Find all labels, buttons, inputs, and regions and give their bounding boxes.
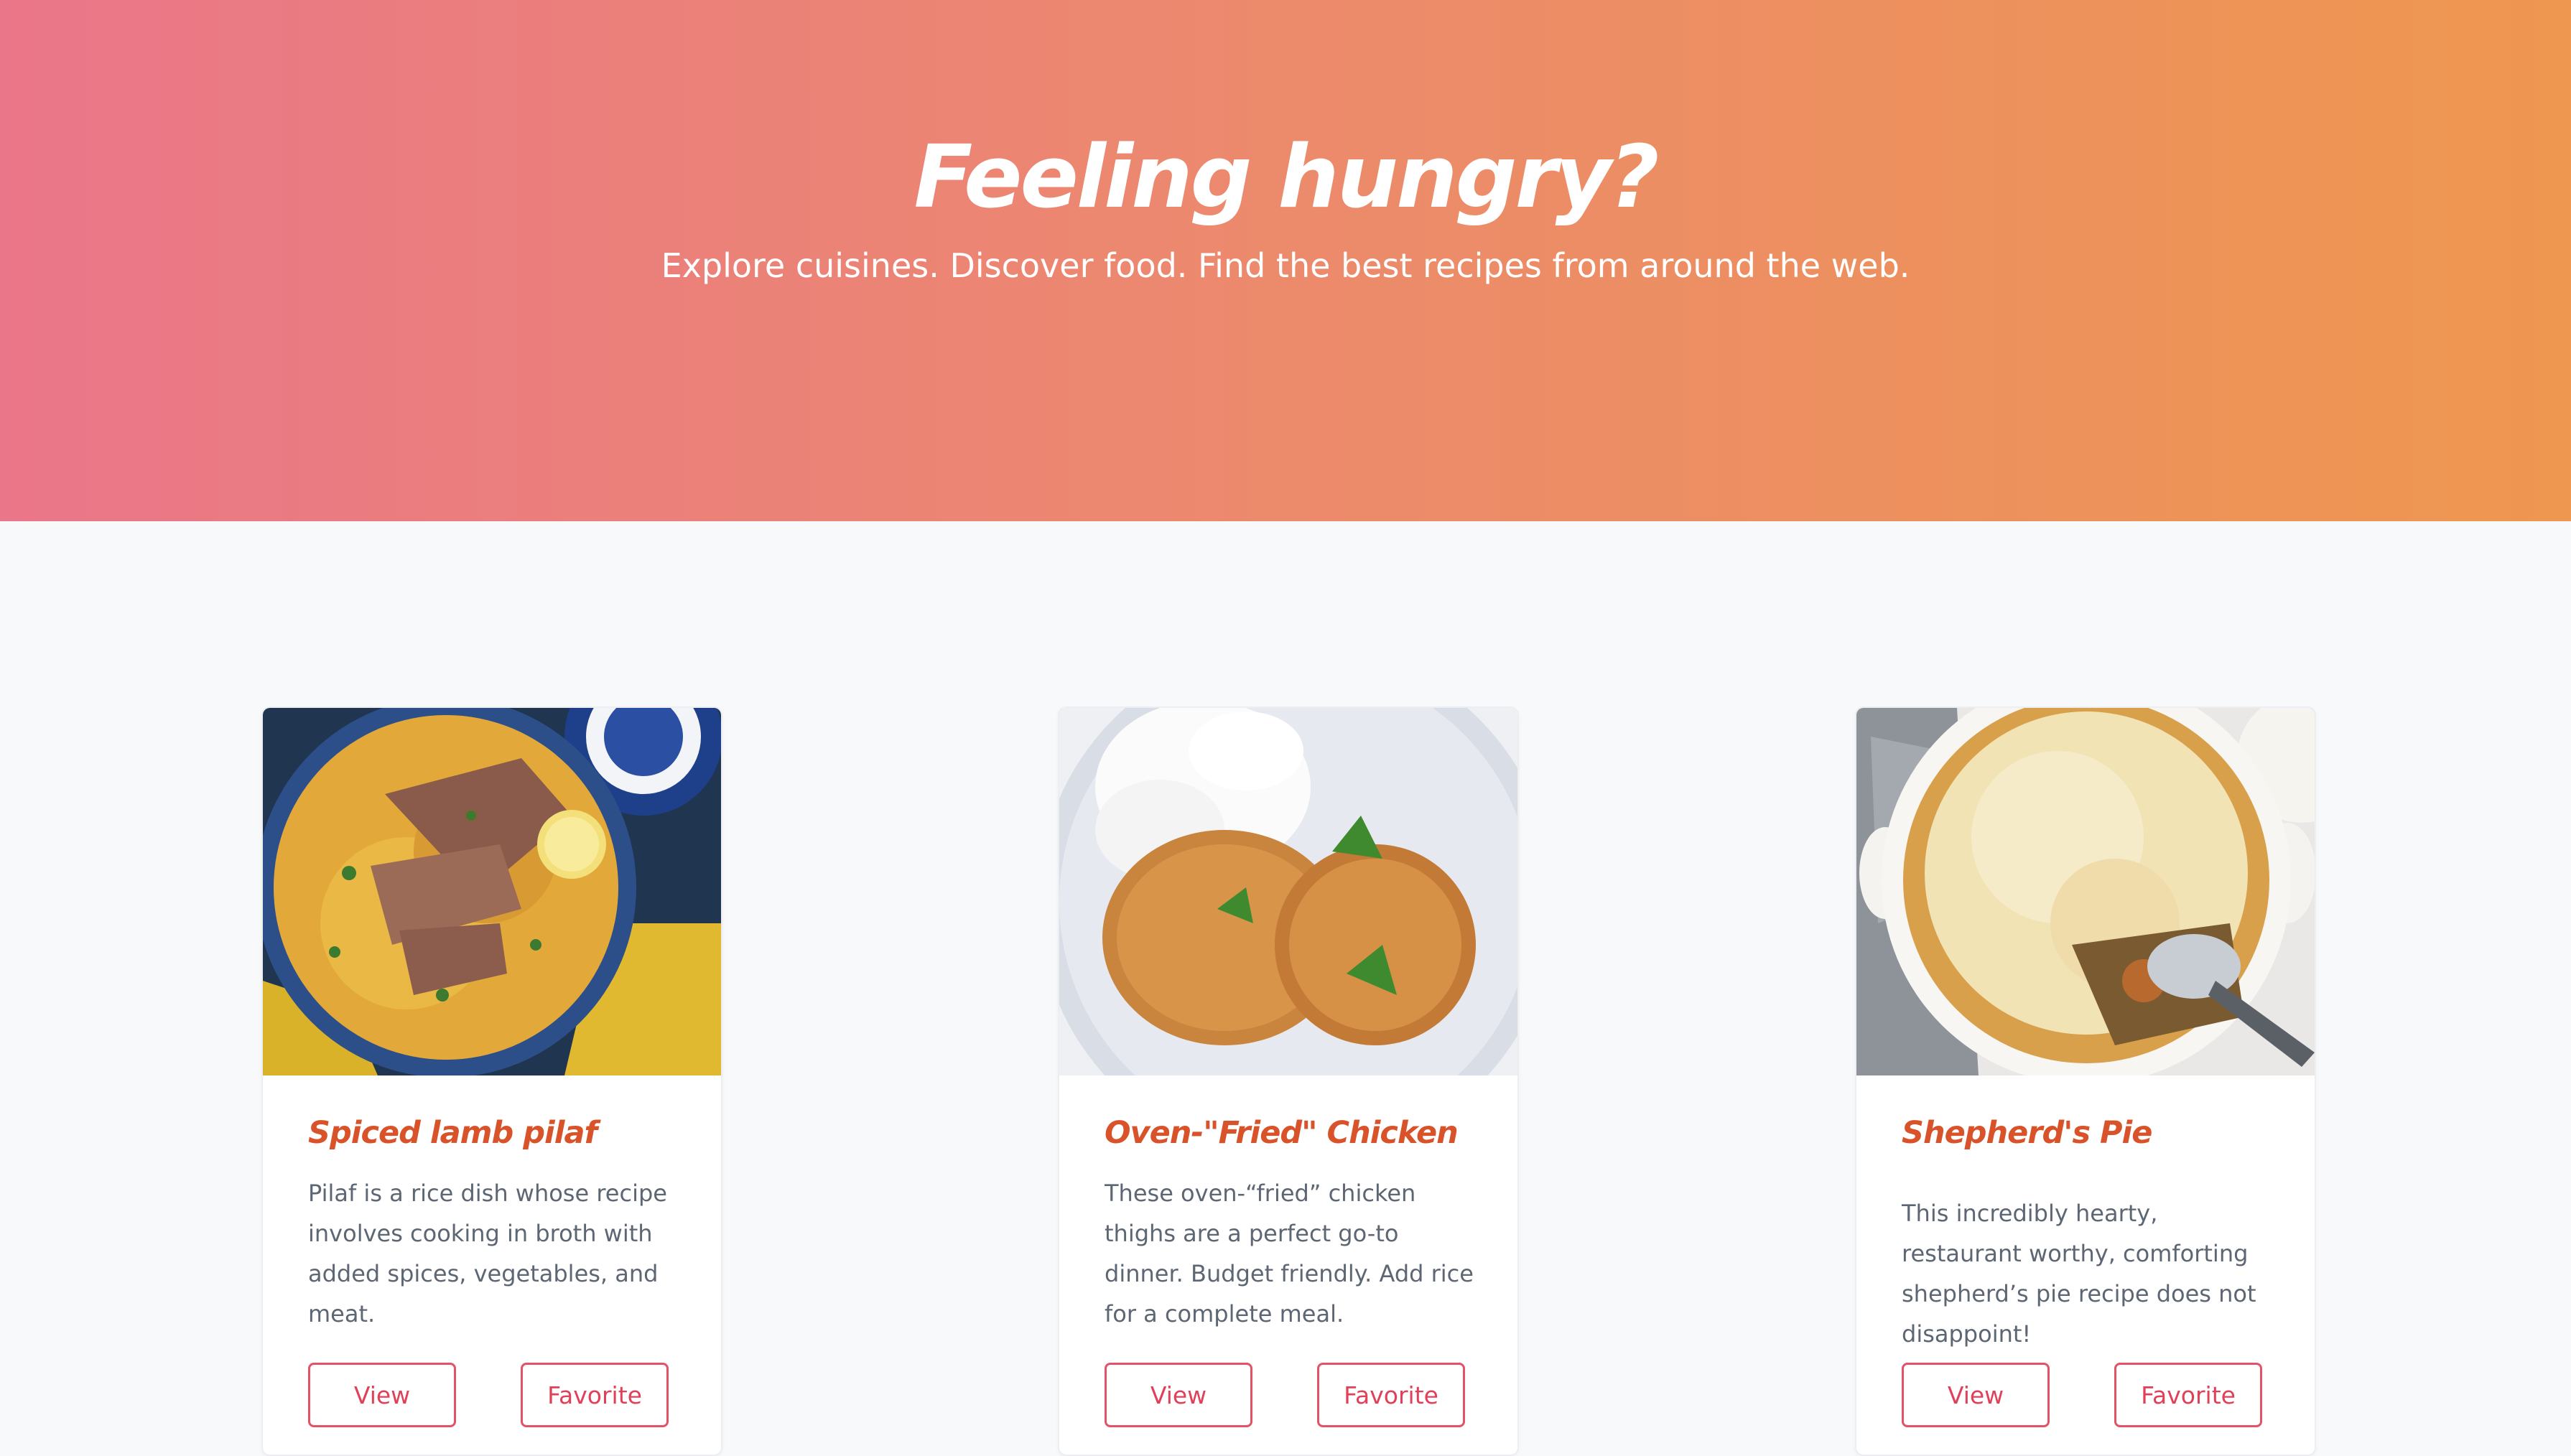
- recipe-card: Spiced lamb pilaf Pilaf is a rice dish w…: [261, 706, 722, 1456]
- recipe-description: This incredibly hearty, restaurant worth…: [1902, 1200, 2256, 1348]
- recipe-card: Oven-"Fried" Chicken These oven-“fried” …: [1058, 706, 1519, 1456]
- shepherds-pie-photo[interactable]: [1856, 708, 2315, 1075]
- view-button[interactable]: View: [1105, 1363, 1252, 1427]
- view-button[interactable]: View: [308, 1363, 456, 1427]
- favorite-button[interactable]: Favorite: [2114, 1363, 2262, 1427]
- hero-title: Feeling hungry?: [913, 128, 1660, 228]
- recipe-description: Pilaf is a rice dish whose recipe involv…: [308, 1180, 667, 1327]
- view-button[interactable]: View: [1902, 1363, 2050, 1427]
- fried-chicken-photo[interactable]: [1059, 708, 1517, 1075]
- lamb-pilaf-photo[interactable]: [263, 708, 721, 1075]
- recipe-title: Oven-"Fried" Chicken: [1105, 1115, 1459, 1151]
- recipe-title: Shepherd's Pie: [1902, 1115, 2152, 1151]
- hero-banner: Feeling hungry? Explore cuisines. Discov…: [0, 0, 2571, 521]
- favorite-button[interactable]: Favorite: [1317, 1363, 1465, 1427]
- favorite-button[interactable]: Favorite: [521, 1363, 669, 1427]
- recipe-description: These oven-“fried” chicken thighs are a …: [1105, 1180, 1474, 1327]
- recipe-card: Shepherd's Pie This incredibly hearty, r…: [1855, 706, 2316, 1456]
- recipe-title: Spiced lamb pilaf: [308, 1115, 598, 1151]
- hero-subtitle: Explore cuisines. Discover food. Find th…: [661, 246, 1910, 285]
